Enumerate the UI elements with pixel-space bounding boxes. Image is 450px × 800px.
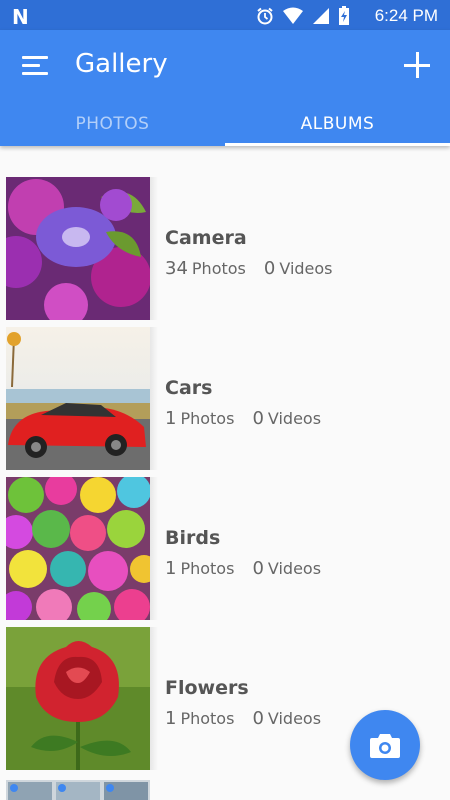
camera-icon	[370, 734, 400, 758]
tab-bar: PHOTOS ALBUMS	[0, 106, 450, 146]
album-name: Camera	[165, 227, 247, 249]
battery-charging-icon	[339, 6, 349, 25]
status-bar: N 6:24 PM	[0, 0, 450, 30]
wifi-icon	[283, 7, 303, 24]
album-item-birds[interactable]: Birds 1 Photos 0 Videos	[6, 477, 450, 622]
menu-icon[interactable]	[22, 54, 48, 76]
album-thumbnail	[6, 177, 150, 320]
album-counts: 1 Photos 0 Videos	[165, 708, 321, 729]
videos-count: 0 Videos	[252, 708, 322, 729]
videos-count: 0 Videos	[252, 558, 322, 579]
album-name: Flowers	[165, 677, 249, 699]
album-thumbnail	[6, 327, 150, 470]
photos-count: 1 Photos	[165, 408, 235, 429]
signal-icon	[313, 8, 329, 24]
album-name: Cars	[165, 377, 213, 399]
page-title: Gallery	[75, 49, 168, 79]
app-bar: Gallery PHOTOS ALBUMS	[0, 30, 450, 146]
tab-photos[interactable]: PHOTOS	[0, 106, 225, 146]
album-counts: 1 Photos 0 Videos	[165, 408, 321, 429]
photos-count: 34 Photos	[165, 258, 246, 279]
album-item-partial[interactable]	[6, 780, 150, 800]
photos-count: 1 Photos	[165, 708, 235, 729]
status-time: 6:24 PM	[374, 6, 438, 25]
album-item-camera[interactable]: Camera 34 Photos 0 Videos	[6, 177, 450, 322]
album-thumbnail	[6, 627, 150, 770]
album-counts: 1 Photos 0 Videos	[165, 558, 321, 579]
plus-icon[interactable]	[404, 52, 430, 78]
alarm-icon	[257, 7, 273, 25]
photos-count: 1 Photos	[165, 558, 235, 579]
videos-count: 0 Videos	[263, 258, 333, 279]
album-name: Birds	[165, 527, 221, 549]
camera-fab-button[interactable]	[350, 710, 420, 780]
album-item-cars[interactable]: Cars 1 Photos 0 Videos	[6, 327, 450, 472]
album-counts: 34 Photos 0 Videos	[165, 258, 333, 279]
notification-logo-icon: N	[12, 5, 29, 29]
tab-albums[interactable]: ALBUMS	[225, 106, 450, 146]
videos-count: 0 Videos	[252, 408, 322, 429]
album-thumbnail	[6, 477, 150, 620]
status-icons	[256, 6, 350, 26]
